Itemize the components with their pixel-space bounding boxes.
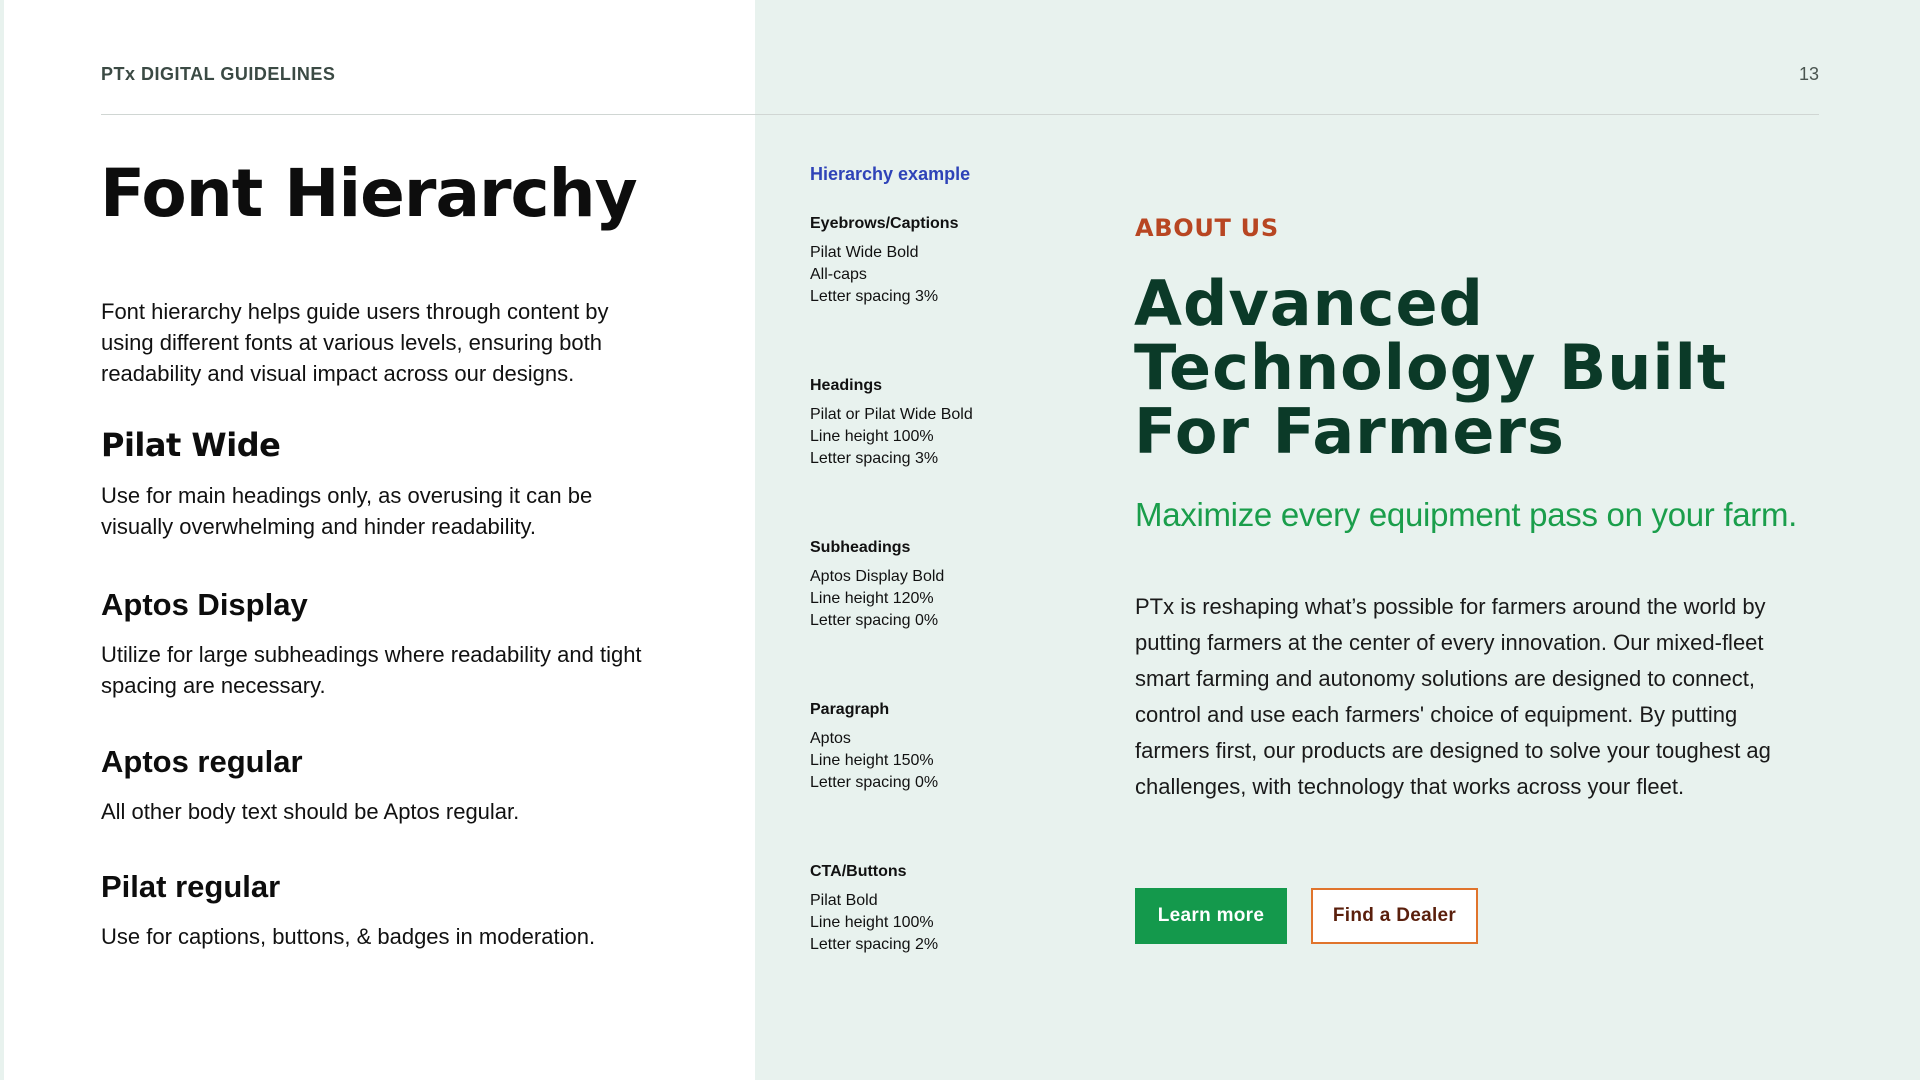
spec-eyebrows: Eyebrows/Captions Pilat Wide Bold All-ca… [810,215,1070,308]
spec-line: Pilat or Pilat Wide Bold [810,406,973,423]
example-eyebrow: ABOUT US [1135,214,1279,242]
font-description: Use for main headings only, as overusing… [101,483,593,540]
page-number: 13 [1798,64,1819,84]
header-divider [101,114,1819,115]
spec-label: Subheadings [810,539,911,556]
font-name: Aptos regular [101,744,303,779]
font-description: Use for captions, buttons, & badges in m… [101,924,596,950]
font-block-pilat-wide: Pilat Wide Use for main headings only, a… [101,426,661,542]
spec-line: Letter spacing 2% [810,936,939,953]
spec-label: Paragraph [810,701,890,718]
left-edge-strip [0,0,4,1080]
spec-subheadings: Subheadings Aptos Display Bold Line heig… [810,539,1070,632]
heading-line: For Farmers [1134,395,1565,468]
hierarchy-title: Hierarchy example [810,164,971,184]
spec-paragraph: Paragraph Aptos Line height 150% Letter … [810,701,1070,794]
spec-line: Letter spacing 0% [810,612,939,629]
font-description: Utilize for large subheadings where read… [101,642,642,699]
spec-label: Headings [810,377,883,394]
spec-line: Letter spacing 0% [810,774,939,791]
font-block-pilat-regular: Pilat regular Use for captions, buttons,… [101,868,661,952]
spec-headings: Headings Pilat or Pilat Wide Bold Line h… [810,377,1070,470]
spec-label: Eyebrows/Captions [810,215,959,232]
font-block-aptos-regular: Aptos regular All other body text should… [101,743,661,827]
spec-line: Pilat Bold [810,892,878,909]
heading-line: Technology Built [1134,331,1728,404]
spec-label: CTA/Buttons [810,863,907,880]
spec-line: Line height 150% [810,752,934,769]
spec-line: Letter spacing 3% [810,450,939,467]
spec-line: Aptos [810,730,851,747]
page-title: Font Hierarchy [100,155,638,232]
spec-line: All-caps [810,266,867,283]
spec-cta-buttons: CTA/Buttons Pilat Bold Line height 100% … [810,863,1070,956]
spec-line: Line height 100% [810,914,934,931]
spec-line: Letter spacing 3% [810,288,939,305]
font-block-aptos-display: Aptos Display Utilize for large subheadi… [101,586,661,701]
spec-line: Line height 100% [810,428,934,445]
font-description: All other body text should be Aptos regu… [101,799,520,825]
font-name: Aptos Display [101,587,308,622]
find-a-dealer-button[interactable]: Find a Dealer [1311,888,1478,944]
spec-line: Aptos Display Bold [810,568,945,585]
intro-paragraph: Font hierarchy helps guide users through… [101,299,609,386]
example-paragraph: PTx is reshaping what’s possible for far… [1135,594,1771,799]
spec-line: Pilat Wide Bold [810,244,919,261]
font-name: Pilat Wide [101,426,281,464]
font-name: Pilat regular [101,869,281,904]
example-heading: Advanced Technology Built For Farmers [1134,272,1834,464]
learn-more-button[interactable]: Learn more [1135,888,1287,944]
spec-line: Line height 120% [810,590,934,607]
heading-line: Advanced [1134,267,1484,340]
document-eyebrow: PTx DIGITAL GUIDELINES [101,64,336,84]
example-subheading: Maximize every equipment pass on your fa… [1135,496,1798,533]
